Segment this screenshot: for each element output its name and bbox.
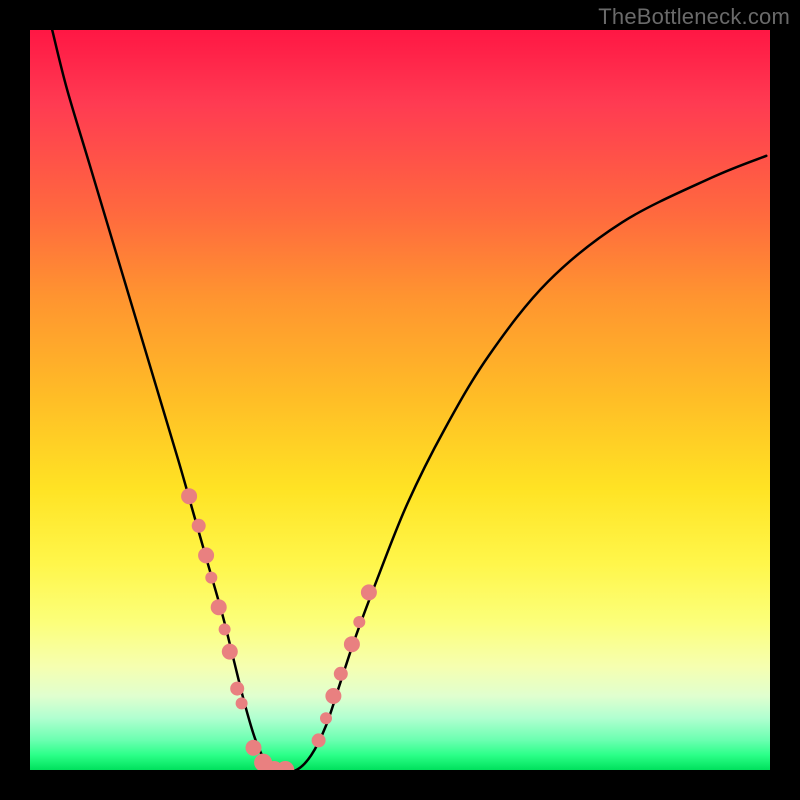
marker-dot (246, 740, 262, 756)
curve-svg (30, 30, 770, 770)
marker-dot (361, 584, 377, 600)
marker-dot (198, 547, 214, 563)
marker-dot (312, 733, 326, 747)
plot-area (30, 30, 770, 770)
marker-dot (205, 572, 217, 584)
marker-dot (192, 519, 206, 533)
marker-dot (334, 667, 348, 681)
chart-frame: TheBottleneck.com (0, 0, 800, 800)
marker-dot (181, 488, 197, 504)
marker-dot (230, 682, 244, 696)
marker-dots-group (181, 488, 377, 770)
marker-dot (276, 761, 294, 770)
bottleneck-curve (52, 30, 766, 770)
marker-dot (320, 712, 332, 724)
marker-dot (344, 636, 360, 652)
marker-dot (211, 599, 227, 615)
marker-dot (353, 616, 365, 628)
marker-dot (219, 623, 231, 635)
watermark-text: TheBottleneck.com (598, 4, 790, 30)
marker-dot (236, 697, 248, 709)
marker-dot (325, 688, 341, 704)
marker-dot (222, 644, 238, 660)
